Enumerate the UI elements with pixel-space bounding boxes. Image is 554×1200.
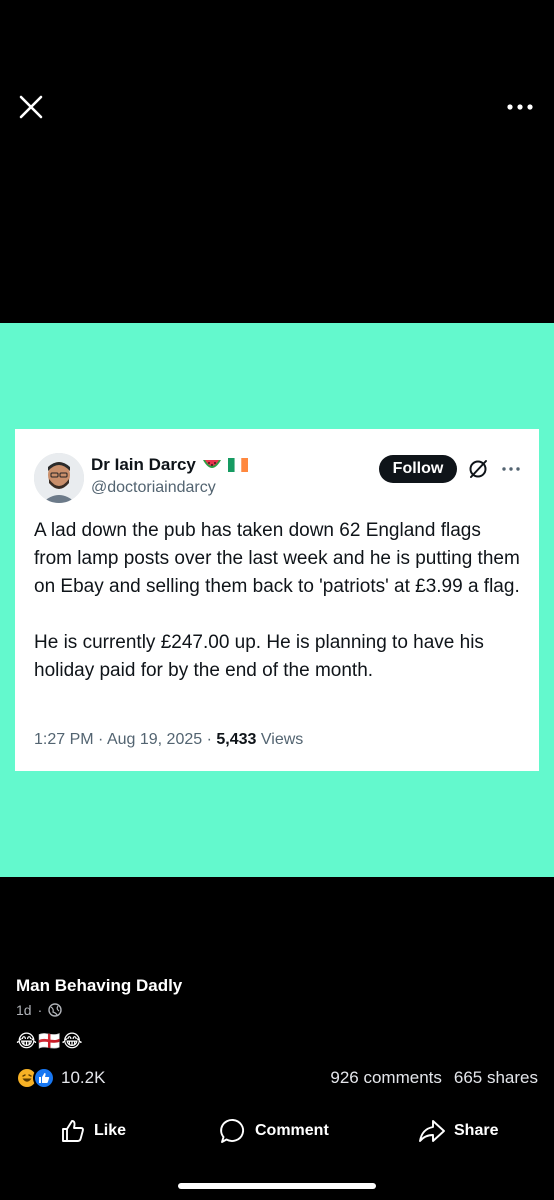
tweet-paragraph: A lad down the pub has taken down 62 Eng…	[34, 520, 520, 597]
close-button[interactable]	[14, 90, 48, 124]
tweet-meta: 1:27 PM · Aug 19, 2025 · 5,433 Views	[34, 731, 304, 748]
close-icon	[19, 95, 43, 119]
thumbs-up-icon	[62, 1120, 84, 1142]
like-reaction-icon	[33, 1067, 55, 1089]
grok-icon	[469, 460, 487, 478]
comments-count[interactable]: 926 comments	[330, 1068, 442, 1088]
post-meta: 1d ·	[16, 1002, 182, 1018]
shares-count[interactable]: 665 shares	[454, 1068, 538, 1088]
tweet-date: Aug 19, 2025	[106, 731, 203, 748]
home-indicator[interactable]	[178, 1183, 376, 1189]
share-button[interactable]: Share	[418, 1114, 498, 1148]
tweet-author-row: Dr Iain Darcy	[91, 455, 248, 475]
viewer-top-bar	[0, 0, 554, 200]
globe-icon	[48, 1003, 62, 1017]
tweet-handle: @doctoriaindarcy	[91, 479, 216, 496]
tweet-display-name: Dr Iain Darcy	[91, 455, 196, 474]
like-button[interactable]: Like	[60, 1114, 126, 1148]
avatar	[34, 453, 84, 503]
reactions-summary[interactable]: 10.2K	[16, 1067, 105, 1089]
follow-button: Follow	[379, 455, 457, 483]
irish-flag-icon	[227, 458, 248, 472]
comment-button[interactable]: Comment	[219, 1114, 329, 1148]
reaction-count: 10.2K	[61, 1068, 106, 1087]
profile-photo-icon	[34, 453, 84, 503]
more-horizontal-icon	[507, 104, 533, 110]
post-caption: 😂🏴󠁧󠁢󠁥󠁮󠁧󠁿😂	[16, 1031, 84, 1051]
post-image[interactable]: Dr Iain Darcy @doctoriaindarcy Follow A …	[0, 323, 554, 877]
tweet-paragraph: He is currently £247.00 up. He is planni…	[34, 632, 484, 681]
more-options-button[interactable]	[500, 92, 540, 122]
comment-bubble-icon	[220, 1119, 245, 1143]
tweet-more-icon	[499, 459, 523, 479]
tweet-screenshot: Dr Iain Darcy @doctoriaindarcy Follow A …	[15, 429, 539, 771]
post-age[interactable]: 1d	[16, 1002, 32, 1018]
share-arrow-icon	[419, 1120, 445, 1142]
tweet-text: A lad down the pub has taken down 62 Eng…	[34, 517, 524, 713]
post-header: Man Behaving Dadly 1d ·	[16, 976, 182, 1018]
engagement-stats: 10.2K 926 comments 665 shares	[16, 1066, 538, 1090]
post-actions-bar: Like Comment Share	[0, 1114, 554, 1148]
tweet-views-count: 5,433	[216, 731, 257, 748]
tweet-views-label: Views	[260, 731, 304, 748]
page-name[interactable]: Man Behaving Dadly	[16, 976, 182, 996]
watermelon-icon	[202, 460, 221, 468]
tweet-time: 1:27 PM	[34, 731, 94, 748]
